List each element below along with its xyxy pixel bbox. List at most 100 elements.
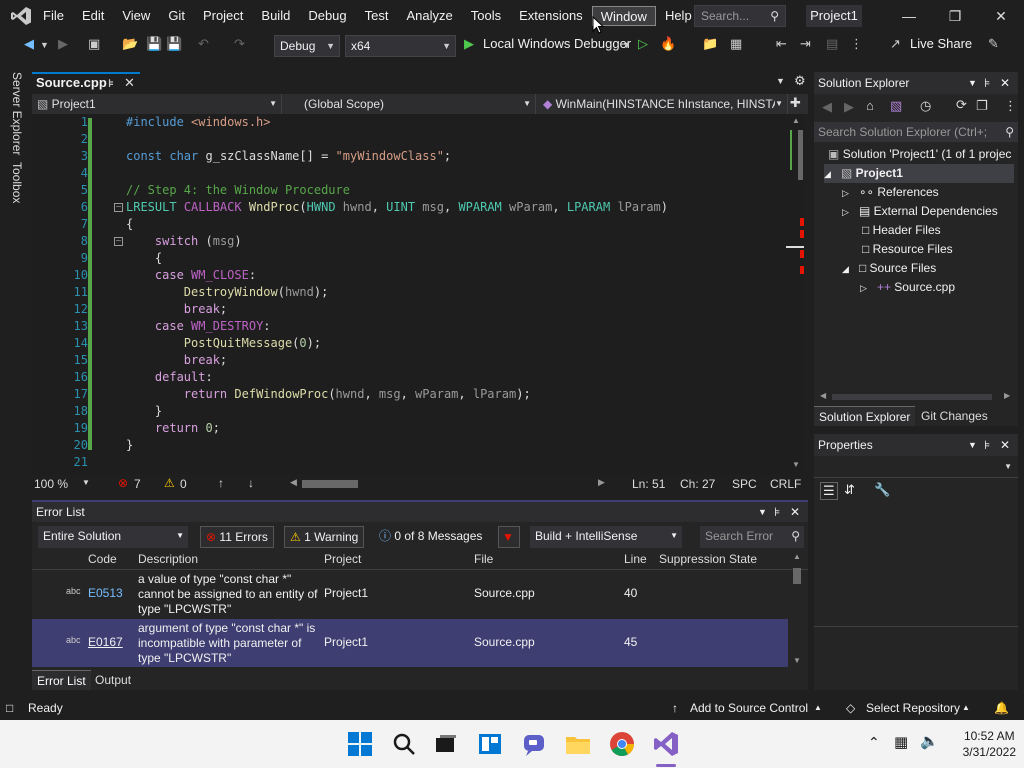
table-row[interactable]: abc E0513 a value of type "const char *"… (32, 570, 788, 618)
select-repository-button[interactable]: Select Repository (866, 696, 960, 720)
tree-node-resource-files[interactable]: □ Resource Files (862, 240, 953, 259)
search-icon[interactable] (390, 730, 418, 758)
tab-solution-explorer[interactable]: Solution Explorer (814, 406, 916, 426)
window-position-icon[interactable]: ▼ (758, 502, 767, 522)
file-explorer-icon[interactable] (564, 730, 592, 758)
refresh-icon[interactable]: ⟳ (956, 97, 967, 113)
notifications-icon[interactable]: 🔔 (994, 696, 1009, 720)
chrome-icon[interactable] (608, 730, 636, 758)
chevron-up-icon[interactable]: ▲ (962, 696, 970, 720)
horizontal-scroll-thumb[interactable] (302, 480, 358, 488)
solution-folder-icon[interactable]: 📁 (702, 36, 718, 52)
back-icon[interactable]: ◀ (24, 36, 34, 52)
pin-icon[interactable]: ⊧ (984, 434, 990, 456)
code-editor[interactable]: 1 #include <windows.h> 2 3 const char g_sz… (32, 114, 804, 474)
forward-icon[interactable]: ▶ (844, 99, 854, 115)
solution-horizontal-scrollbar[interactable]: ◀ ▶ (814, 390, 1018, 404)
spacing-indicator[interactable]: SPC (732, 477, 757, 491)
scroll-thumb[interactable] (793, 568, 801, 584)
messages-filter-button[interactable]: ⓘ 0 of 8 Messages (374, 526, 487, 548)
column-header-line[interactable]: Line (624, 552, 647, 566)
close-panel-icon[interactable]: ✕ (790, 502, 800, 522)
menu-file[interactable]: File (34, 6, 73, 26)
start-without-debugging-icon[interactable]: ▷ (638, 36, 648, 52)
scroll-up-icon[interactable]: ▲ (792, 116, 800, 125)
settings-gear-icon[interactable]: ⚙ (794, 73, 806, 89)
volume-icon[interactable]: 🔈 (920, 732, 939, 750)
menu-analyze[interactable]: Analyze (397, 6, 461, 26)
build-source-select[interactable]: Build + IntelliSense ▼ (530, 526, 682, 548)
maximize-icon[interactable]: ❐ (932, 0, 978, 32)
tab-git-changes[interactable]: Git Changes (916, 406, 993, 426)
window-position-icon[interactable]: ▼ (968, 434, 977, 456)
expanded-arrow-icon[interactable]: ◢ (842, 264, 849, 274)
collapsed-arrow-icon[interactable]: ▷ (842, 207, 849, 217)
collapsed-arrow-icon[interactable]: ▷ (842, 188, 849, 198)
redo-icon[interactable]: ↷ (234, 36, 245, 52)
alphabetical-icon[interactable]: ⇵ (844, 482, 855, 498)
chevron-up-icon[interactable]: ⌃ (868, 734, 880, 751)
column-header-file[interactable]: File (474, 552, 493, 566)
teams-chat-icon[interactable] (520, 730, 548, 758)
column-header-project[interactable]: Project (324, 552, 361, 566)
next-issue-icon[interactable]: ↓ (248, 476, 254, 490)
filter-icon[interactable]: ▼ (498, 526, 520, 548)
close-tab-icon[interactable]: ✕ (124, 74, 135, 92)
error-list-scrollbar[interactable]: ▲ ▼ (790, 552, 804, 668)
scroll-right-icon[interactable]: ▶ (598, 477, 605, 488)
scope-select[interactable]: Entire Solution ▼ (38, 526, 188, 548)
collapse-icon[interactable]: − (114, 237, 123, 247)
tab-list-dropdown-icon[interactable]: ▼ (776, 76, 785, 86)
menu-project[interactable]: Project (194, 6, 252, 26)
properties-object-select[interactable]: ▼ (814, 458, 1018, 478)
forward-icon[interactable]: ▶ (58, 36, 68, 52)
column-header-code[interactable]: Code (88, 552, 117, 566)
line-ending-indicator[interactable]: CRLF (770, 477, 801, 491)
scroll-up-icon[interactable]: ▲ (793, 552, 801, 561)
scroll-track[interactable] (832, 394, 992, 400)
hot-reload-icon[interactable]: 🔥 (660, 36, 676, 52)
split-editor-icon[interactable]: ✚ (790, 95, 801, 111)
tab-error-list[interactable]: Error List (32, 670, 91, 690)
collapse-icon[interactable]: − (114, 203, 123, 213)
bookmark-icon[interactable]: ▤ (826, 36, 838, 52)
history-icon[interactable]: ◷ (920, 98, 931, 114)
member-select[interactable]: ◆ WinMain(HINSTANCE hInstance, HINSTA ▼ (538, 94, 788, 114)
tree-node-external-dependencies[interactable]: ▷ ▤ External Dependencies (842, 202, 998, 221)
pin-icon[interactable]: ⊧ (774, 502, 780, 522)
tree-node-source-files[interactable]: ◢ □ Source Files (842, 259, 936, 278)
add-to-source-control-button[interactable]: Add to Source Control (690, 696, 808, 720)
close-panel-icon[interactable]: ✕ (1000, 434, 1010, 456)
pin-icon[interactable]: ⊧ (984, 72, 990, 94)
menu-build[interactable]: Build (252, 6, 299, 26)
column-header-suppression[interactable]: Suppression State (659, 552, 757, 566)
collapse-all-icon[interactable]: ❐ (976, 98, 988, 114)
pin-icon[interactable]: ⊧ (108, 75, 114, 93)
chevron-down-icon[interactable]: ▼ (82, 478, 90, 487)
warnings-filter-button[interactable]: ⚠ 1 Warning (284, 526, 365, 548)
editor-vertical-scrollbar[interactable]: ▲ ▼ (786, 114, 804, 474)
open-file-icon[interactable]: 📂 (122, 36, 138, 52)
column-header-description[interactable]: Description (138, 552, 198, 566)
scroll-down-icon[interactable]: ▼ (793, 656, 801, 665)
toolbar-overflow-icon[interactable]: ⋮ (850, 36, 863, 52)
close-icon[interactable]: ✕ (978, 0, 1024, 32)
error-code-link[interactable]: E0513 (88, 586, 123, 600)
home-icon[interactable]: ⌂ (866, 98, 874, 113)
scroll-down-icon[interactable]: ▼ (792, 460, 800, 469)
start-debugger-button[interactable]: Local Windows Debugger (483, 36, 631, 51)
error-count[interactable]: 7 (134, 477, 141, 491)
tree-node-project[interactable]: ◢ ▧ Project1 (824, 164, 1014, 183)
column-indicator[interactable]: Ch: 27 (680, 477, 715, 491)
line-indicator[interactable]: Ln: 51 (632, 477, 665, 491)
categorized-icon[interactable]: ☰ (820, 482, 838, 500)
chevron-up-icon[interactable]: ▲ (814, 696, 822, 720)
menu-view[interactable]: View (113, 6, 159, 26)
warning-count[interactable]: 0 (180, 477, 187, 491)
tree-node-header-files[interactable]: □ Header Files (862, 221, 941, 240)
collapsed-arrow-icon[interactable]: ▷ (860, 283, 867, 293)
errors-filter-button[interactable]: ⊗ 11 Errors (200, 526, 274, 548)
new-project-icon[interactable]: ▣ (88, 36, 100, 52)
global-scope-select[interactable]: (Global Scope) ▼ (284, 94, 536, 114)
toolbox-tab[interactable]: Toolbox (10, 162, 24, 203)
